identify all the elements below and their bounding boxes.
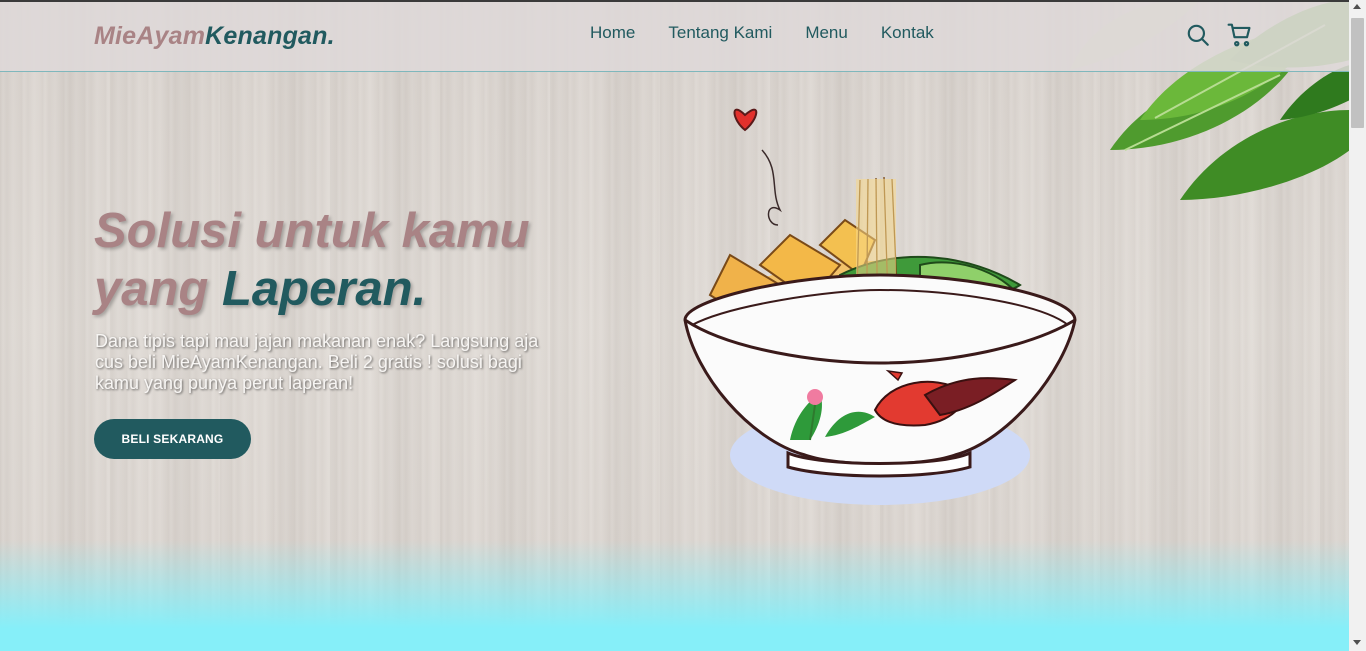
noodle-bowl-illustration — [683, 108, 1077, 505]
hero-title: Solusi untuk kamu yang Laperan. — [94, 202, 530, 318]
section-fade — [0, 540, 1349, 651]
main-nav: Home Tentang Kami Menu Kontak — [590, 23, 934, 43]
scroll-up-arrow-icon[interactable] — [1353, 4, 1361, 9]
hero-title-word: yang — [94, 262, 209, 316]
navbar: MieAyamKenangan. Home Tentang Kami Menu … — [0, 2, 1349, 72]
brand-dot: . — [327, 22, 335, 50]
hero-title-accent: Laperan. — [222, 262, 427, 316]
nav-icons — [1185, 22, 1253, 48]
brand-name-part1: MieAyam — [94, 22, 206, 50]
shopping-cart-icon[interactable] — [1227, 22, 1253, 48]
hero-title-line2: yang Laperan. — [94, 260, 530, 318]
scrollbar-thumb[interactable] — [1351, 18, 1364, 128]
brand-logo[interactable]: MieAyamKenangan. — [94, 22, 335, 51]
nav-home[interactable]: Home — [590, 23, 635, 43]
scroll-down-arrow-icon[interactable] — [1353, 640, 1361, 645]
window-top-edge — [0, 0, 1366, 2]
nav-contact[interactable]: Kontak — [881, 23, 934, 43]
landing-page: Solusi untuk kamu yang Laperan. Dana tip… — [0, 0, 1349, 651]
nav-about[interactable]: Tentang Kami — [668, 23, 772, 43]
brand-name-part2: Kenangan — [205, 22, 328, 50]
nav-menu[interactable]: Menu — [805, 23, 848, 43]
hero-title-line1: Solusi untuk kamu — [94, 204, 530, 258]
buy-now-button[interactable]: BELI SEKARANG — [94, 419, 251, 459]
search-icon[interactable] — [1185, 22, 1211, 48]
hero-description: Dana tipis tapi mau jajan makanan enak? … — [95, 331, 539, 393]
